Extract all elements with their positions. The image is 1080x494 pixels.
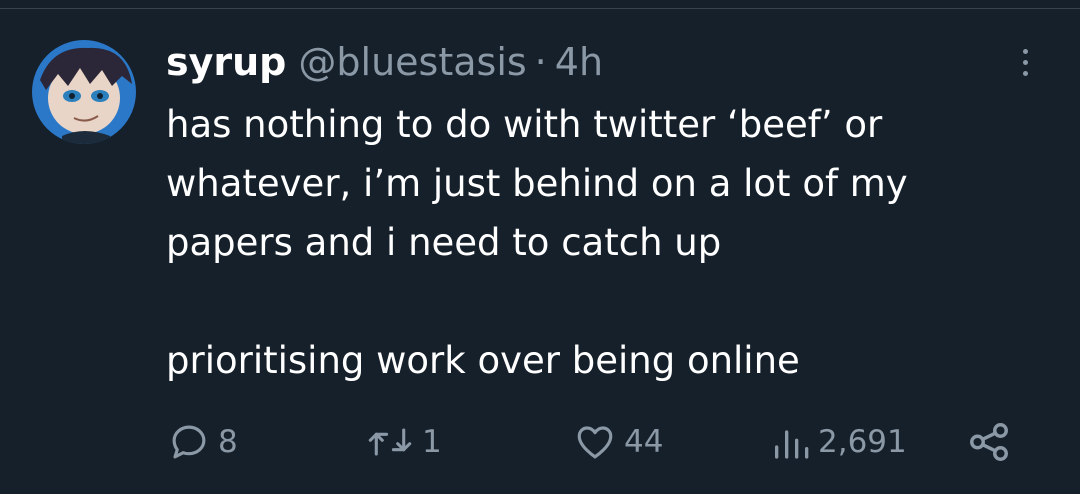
retweet-icon (368, 428, 412, 456)
more-vertical-icon[interactable] (1005, 40, 1045, 84)
like-count: 44 (624, 424, 664, 460)
share-button[interactable] (966, 414, 1012, 470)
views-button[interactable]: 2,691 (770, 414, 907, 470)
top-divider (0, 8, 1080, 9)
user-handle[interactable]: @bluestasis (298, 36, 526, 88)
tweet-text: has nothing to do with twitter ‘beef’ or… (166, 95, 1026, 390)
tweet-text-line: whatever, i’m just behind on a lot of my (166, 162, 908, 205)
reply-button[interactable]: 8 (168, 414, 238, 470)
separator: · (534, 40, 547, 84)
avatar[interactable] (32, 40, 136, 144)
like-button[interactable]: 44 (574, 414, 663, 470)
timestamp[interactable]: 4h (555, 36, 603, 88)
tweet-text-line: has nothing to do with twitter ‘beef’ or (166, 103, 883, 146)
tweet-header: syrup @bluestasis · 4h (166, 36, 603, 88)
view-count: 2,691 (818, 424, 907, 460)
reply-count: 8 (218, 424, 238, 460)
action-bar: 8 1 44 2,691 (0, 414, 1080, 470)
tweet-text-line: papers and i need to catch up (166, 221, 722, 264)
display-name[interactable]: syrup (166, 36, 286, 88)
tweet-text-paragraph: prioritising work over being online (166, 339, 800, 382)
share-icon (970, 423, 1008, 461)
retweet-button[interactable]: 1 (366, 414, 442, 470)
views-icon (775, 430, 809, 459)
reply-icon (172, 425, 206, 459)
retweet-count: 1 (422, 424, 442, 460)
avatar-image (32, 40, 136, 144)
heart-icon (577, 426, 613, 459)
